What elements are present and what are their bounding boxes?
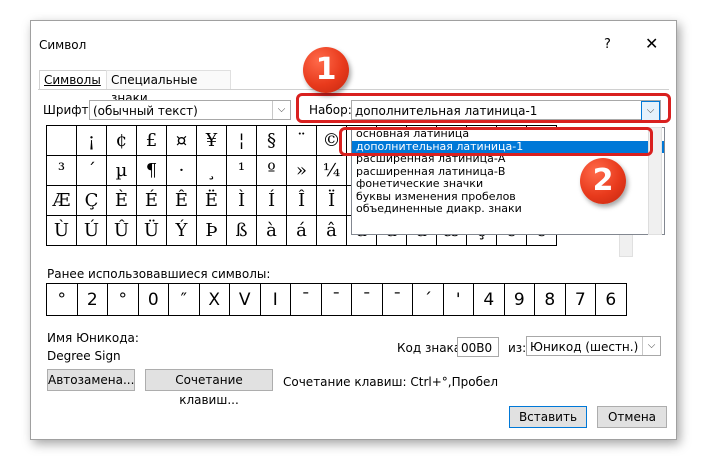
symbol-cell[interactable] [47, 126, 77, 156]
symbol-cell[interactable]: § [257, 126, 287, 156]
symbol-cell[interactable]: µ [107, 156, 137, 186]
recent-symbol-cell[interactable]: ¯ [321, 284, 352, 316]
dialog-title: Символ [39, 38, 87, 52]
tab-symbols[interactable]: Символы [39, 70, 111, 89]
symbol-cell[interactable]: ¸ [197, 156, 227, 186]
symbol-cell[interactable]: Þ [197, 216, 227, 246]
recent-symbol-cell[interactable]: 4 [474, 284, 505, 316]
symbol-cell[interactable]: £ [137, 126, 167, 156]
subset-highlight [296, 93, 671, 123]
help-button[interactable]: ? [604, 37, 611, 52]
recent-symbol-cell[interactable]: ¯ [291, 284, 322, 316]
symbol-cell[interactable]: ¦ [227, 126, 257, 156]
symbol-cell[interactable]: Ü [137, 216, 167, 246]
recent-symbol-cell[interactable]: ´ [413, 284, 444, 316]
recent-symbol-cell[interactable]: 0 [138, 284, 169, 316]
symbol-cell[interactable]: ¤ [167, 126, 197, 156]
symbol-cell[interactable]: Î [287, 186, 317, 216]
symbol-cell[interactable]: à [257, 216, 287, 246]
recent-symbol-cell[interactable]: ″ [169, 284, 200, 316]
insert-button[interactable]: Вставить [509, 406, 587, 428]
close-icon[interactable]: ✕ [645, 34, 658, 53]
recent-label: Ранее использовавшиеся символы: [47, 267, 271, 281]
recent-symbol-cell[interactable]: 7 [565, 284, 596, 316]
symbol-cell[interactable]: ¢ [107, 126, 137, 156]
chevron-down-icon[interactable]: ⌵ [642, 337, 660, 355]
symbol-cell[interactable]: » [287, 156, 317, 186]
symbol-cell[interactable]: Ý [167, 216, 197, 246]
from-value: Юникод (шестн.) [530, 340, 639, 354]
recent-symbol-cell[interactable]: 9 [504, 284, 535, 316]
symbol-cell[interactable]: ¶ [137, 156, 167, 186]
symbol-cell[interactable]: ¹ [227, 156, 257, 186]
char-code-label: Код знака: [397, 341, 466, 355]
font-label: Шрифт: [43, 103, 93, 117]
symbol-cell[interactable]: Í [257, 186, 287, 216]
symbol-dialog: Символ ? ✕ Символы Специальные знаки Шри… [30, 20, 677, 440]
recent-symbol-cell[interactable]: 2 [77, 284, 108, 316]
from-label: из: [508, 341, 527, 355]
symbol-cell[interactable]: · [167, 156, 197, 186]
step-badge-2: 2 [580, 158, 626, 204]
symbol-cell[interactable]: â [317, 216, 347, 246]
recent-symbols: ° 2 ° 0 ″ X V I ¯ ¯ ¯ ¯ ´ ' 4 9 8 7 6 [46, 283, 627, 316]
recent-symbol-cell[interactable]: ' [443, 284, 474, 316]
symbol-cell[interactable]: Û [107, 216, 137, 246]
symbol-cell[interactable]: á [287, 216, 317, 246]
symbol-cell[interactable]: ¥ [197, 126, 227, 156]
symbol-cell[interactable]: ¡ [77, 126, 107, 156]
autocorrect-button[interactable]: Автозамена... [47, 369, 135, 391]
recent-symbol-cell[interactable]: ° [47, 284, 78, 316]
recent-symbol-cell[interactable]: I [260, 284, 291, 316]
shortcut-button[interactable]: Сочетание клавиш... [145, 369, 273, 407]
tab-symbols-label: Символы [44, 73, 101, 87]
cancel-button[interactable]: Отмена [597, 406, 667, 428]
symbol-cell[interactable]: ¨ [287, 126, 317, 156]
font-select[interactable]: (обычный текст) ⌵ [89, 100, 291, 120]
symbol-cell[interactable]: Ê [167, 186, 197, 216]
font-value: (обычный текст) [93, 104, 198, 118]
recent-symbol-cell[interactable]: 8 [535, 284, 566, 316]
symbol-cell[interactable]: Ú [77, 216, 107, 246]
unicode-name-label: Имя Юникода: [47, 331, 139, 345]
symbol-cell[interactable]: º [257, 156, 287, 186]
selection-highlight [339, 127, 653, 156]
recent-symbol-cell[interactable]: ¯ [352, 284, 383, 316]
symbol-cell[interactable]: Æ [47, 186, 77, 216]
symbol-cell[interactable]: É [137, 186, 167, 216]
symbol-cell[interactable]: ¼ [317, 156, 347, 186]
step-badge-1: 1 [303, 47, 349, 93]
symbol-cell[interactable]: ß [227, 216, 257, 246]
recent-symbol-cell[interactable]: ¯ [382, 284, 413, 316]
symbol-cell[interactable]: Ç [77, 186, 107, 216]
from-select[interactable]: Юникод (шестн.) ⌵ [526, 336, 661, 356]
shortcut-text: Сочетание клавиш: Ctrl+°,Пробел [283, 375, 499, 389]
recent-symbol-cell[interactable]: V [230, 284, 261, 316]
unicode-name-value: Degree Sign [47, 349, 121, 363]
recent-symbol-cell[interactable]: ° [108, 284, 139, 316]
recent-symbol-cell[interactable]: 6 [596, 284, 627, 316]
symbol-cell[interactable]: ³ [47, 156, 77, 186]
chevron-down-icon[interactable]: ⌵ [272, 101, 290, 119]
symbol-cell[interactable]: Ï [317, 186, 347, 216]
char-code-input[interactable]: 00B0 [457, 337, 499, 357]
symbol-cell[interactable]: Ë [197, 186, 227, 216]
dropdown-item[interactable]: объединенные диакр. знаки [352, 202, 664, 216]
symbol-cell[interactable]: Ù [47, 216, 77, 246]
symbol-cell[interactable]: Ì [227, 186, 257, 216]
recent-symbol-cell[interactable]: X [199, 284, 230, 316]
symbol-cell[interactable]: ´ [77, 156, 107, 186]
tab-special-chars[interactable]: Специальные знаки [106, 70, 231, 105]
symbol-cell[interactable]: È [107, 186, 137, 216]
